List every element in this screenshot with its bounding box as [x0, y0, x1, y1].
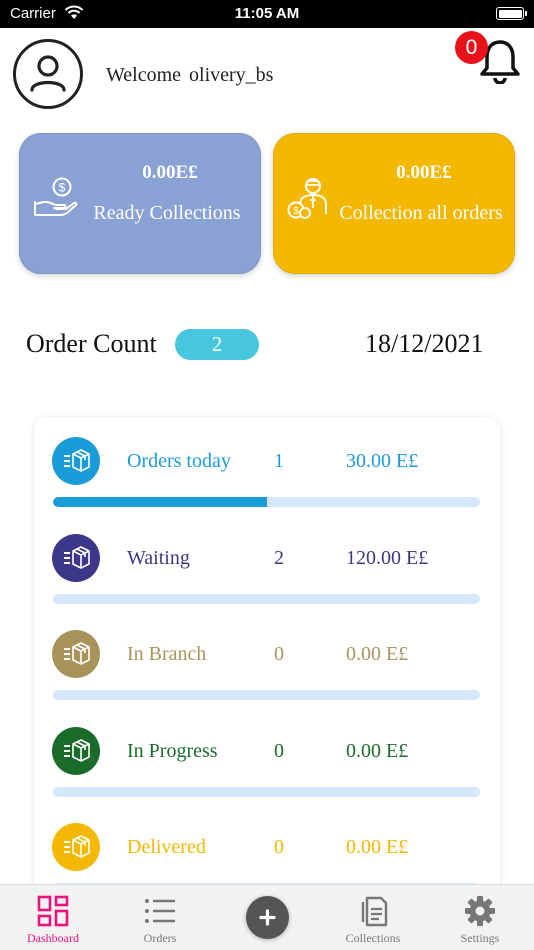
- order-date: 18/12/2021: [365, 329, 484, 358]
- ready-amount: 0.00E£: [142, 162, 198, 183]
- status-name: In Progress: [127, 740, 218, 762]
- status-amount: 0.00 E£: [346, 643, 409, 665]
- status-bar: Carrier 11:05 AM: [0, 0, 534, 28]
- tab-collections[interactable]: Collections: [328, 885, 418, 950]
- order-count-badge: 2: [175, 329, 259, 360]
- status-amount: 0.00 E£: [346, 740, 409, 762]
- status-progress-bar: [53, 497, 480, 507]
- status-count: 0: [274, 643, 284, 665]
- status-progress-fill: [53, 497, 267, 507]
- tab-dashboard[interactable]: Dashboard: [8, 885, 98, 950]
- status-row-orders-today[interactable]: Orders today 1 30.00 E£: [34, 417, 500, 513]
- status-amount: 120.00 E£: [346, 547, 429, 569]
- box-list-icon: [52, 630, 100, 678]
- status-name: Delivered: [127, 836, 206, 858]
- status-progress-bar: [53, 787, 480, 797]
- ready-collections-card[interactable]: $ 0.00E£ Ready Collections: [19, 133, 261, 274]
- tab-settings-label: Settings: [460, 931, 500, 945]
- battery-icon: [496, 7, 527, 20]
- welcome-label: Welcome: [106, 64, 182, 86]
- status-name: Waiting: [127, 547, 190, 569]
- user-circle-icon[interactable]: [13, 39, 83, 109]
- order-status-panel: Orders today 1 30.00 E£ Waiting 2 120.00…: [34, 417, 500, 937]
- all-amount: 0.00E£: [396, 162, 452, 183]
- clock-time: 11:05 AM: [234, 5, 300, 22]
- gear-icon: [465, 896, 495, 926]
- ready-label: Ready Collections: [93, 202, 241, 224]
- status-name: In Branch: [127, 643, 207, 665]
- courier-coins-icon: $: [287, 178, 327, 219]
- status-count: 0: [274, 836, 284, 858]
- status-row-in-progress[interactable]: In Progress 0 0.00 E£: [34, 707, 500, 803]
- tab-orders[interactable]: Orders: [115, 885, 205, 950]
- svg-text:$: $: [59, 181, 66, 195]
- document-icon: [361, 896, 388, 927]
- tab-dashboard-label: Dashboard: [27, 931, 79, 945]
- add-order-button[interactable]: [246, 896, 289, 939]
- tab-orders-label: Orders: [143, 931, 177, 945]
- plus-icon: [259, 909, 276, 926]
- notification-badge: 0: [455, 31, 488, 64]
- status-count: 2: [274, 547, 284, 569]
- status-count: 1: [274, 450, 284, 472]
- status-amount: 30.00 E£: [346, 450, 419, 472]
- box-list-icon: [52, 727, 100, 775]
- collection-all-orders-card[interactable]: $ 0.00E£ Collection all orders: [273, 133, 515, 274]
- status-name: Orders today: [127, 450, 231, 472]
- all-label: Collection all orders: [339, 202, 503, 224]
- box-list-icon: [52, 437, 100, 485]
- status-row-waiting[interactable]: Waiting 2 120.00 E£: [34, 514, 500, 610]
- status-amount: 0.00 E£: [346, 836, 409, 858]
- status-count: 0: [274, 740, 284, 762]
- order-count-label: Order Count: [26, 329, 157, 358]
- tab-settings[interactable]: Settings: [435, 885, 525, 950]
- money-hand-icon: $: [34, 177, 78, 216]
- dashboard-icon: [37, 895, 69, 927]
- box-list-icon: [52, 534, 100, 582]
- tab-collections-label: Collections: [345, 931, 401, 945]
- list-icon: [145, 899, 175, 923]
- status-row-in-branch[interactable]: In Branch 0 0.00 E£: [34, 610, 500, 706]
- status-progress-bar: [53, 690, 480, 700]
- svg-text:$: $: [293, 206, 299, 217]
- box-list-icon: [52, 823, 100, 871]
- welcome-text: Welcome olivery_bs: [106, 64, 273, 87]
- username: olivery_bs: [189, 64, 274, 86]
- status-progress-bar: [53, 594, 480, 604]
